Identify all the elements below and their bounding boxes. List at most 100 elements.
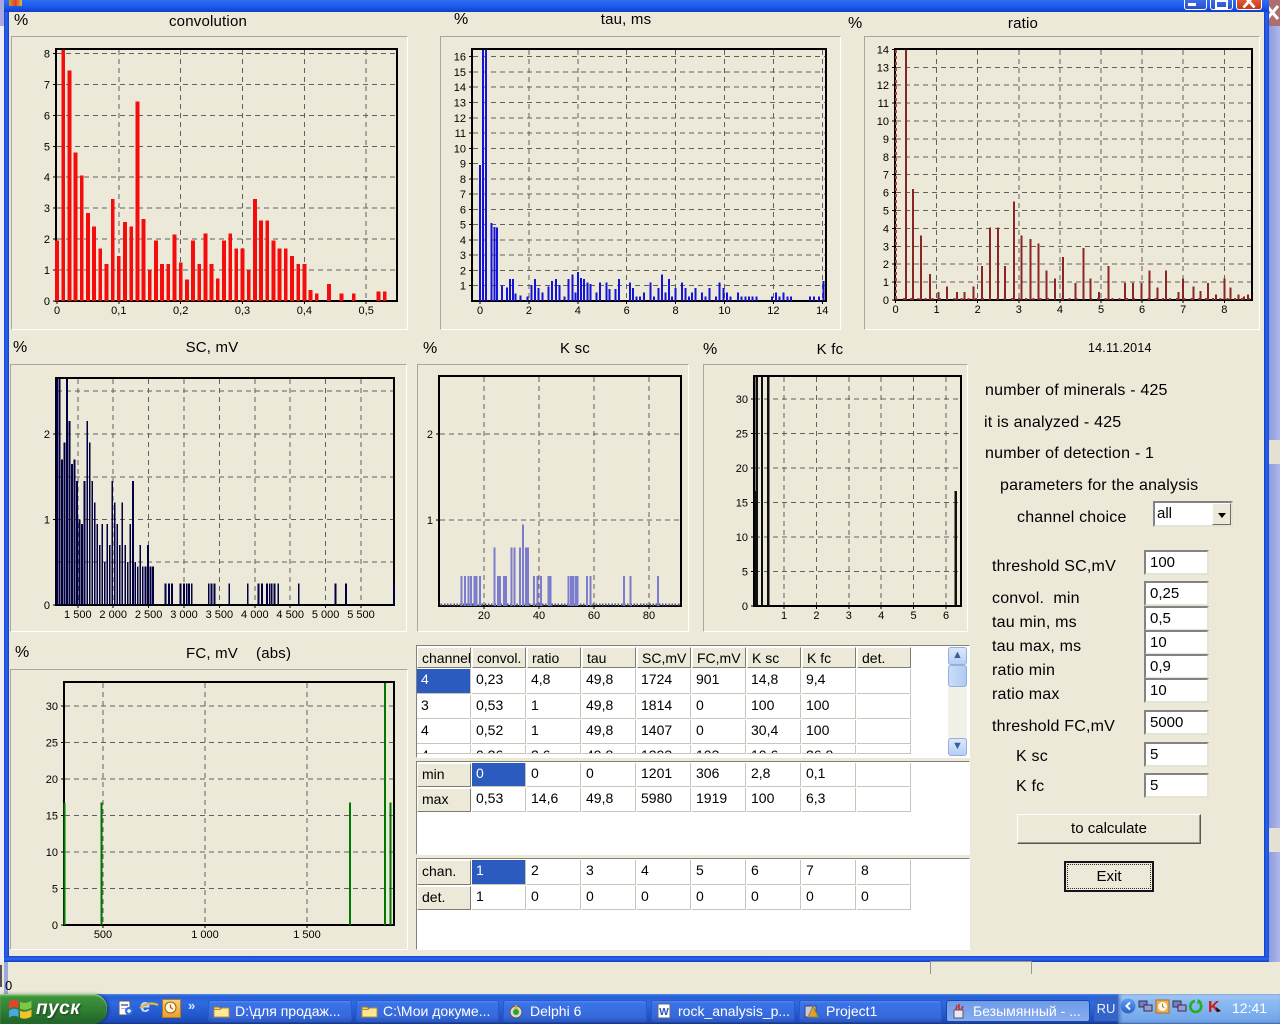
svg-text:2 000: 2 000 — [99, 609, 127, 621]
svg-text:5: 5 — [460, 220, 466, 232]
svg-text:1: 1 — [934, 304, 940, 316]
svg-text:K: K — [1208, 999, 1220, 1015]
svg-text:15: 15 — [46, 811, 58, 823]
svg-text:12: 12 — [877, 80, 889, 92]
svg-text:4: 4 — [883, 223, 889, 235]
svg-text:7: 7 — [1180, 304, 1186, 316]
svg-text:2: 2 — [526, 305, 532, 317]
svg-text:80: 80 — [643, 610, 655, 622]
svg-text:13: 13 — [877, 62, 889, 74]
svg-text:3 000: 3 000 — [170, 609, 198, 621]
svg-text:5: 5 — [883, 206, 889, 218]
svg-text:0,4: 0,4 — [297, 305, 312, 317]
svg-text:6: 6 — [44, 110, 50, 122]
svg-text:0: 0 — [892, 304, 898, 316]
svg-text:2: 2 — [460, 266, 466, 278]
svg-text:10: 10 — [718, 305, 730, 317]
svg-text:1: 1 — [44, 515, 50, 527]
svg-text:0: 0 — [52, 920, 58, 932]
svg-text:1: 1 — [427, 515, 433, 527]
svg-text:5: 5 — [742, 567, 748, 579]
svg-text:8: 8 — [673, 305, 679, 317]
svg-text:1: 1 — [460, 281, 466, 293]
svg-text:6: 6 — [624, 305, 630, 317]
svg-text:8: 8 — [883, 152, 889, 164]
svg-text:3 500: 3 500 — [206, 609, 234, 621]
svg-text:14: 14 — [816, 305, 828, 317]
svg-text:7: 7 — [44, 79, 50, 91]
svg-text:8: 8 — [44, 49, 50, 61]
svg-text:0,5: 0,5 — [359, 305, 374, 317]
svg-text:4: 4 — [460, 235, 466, 247]
svg-text:0: 0 — [883, 295, 889, 307]
svg-text:2: 2 — [883, 259, 889, 271]
svg-text:7: 7 — [460, 189, 466, 201]
svg-text:13: 13 — [454, 98, 466, 110]
svg-text:2: 2 — [975, 304, 981, 316]
svg-text:8: 8 — [460, 174, 466, 186]
svg-text:3: 3 — [460, 250, 466, 262]
svg-text:1: 1 — [883, 277, 889, 289]
svg-text:5: 5 — [911, 610, 917, 622]
svg-text:6: 6 — [943, 610, 949, 622]
svg-text:0: 0 — [54, 305, 60, 317]
svg-text:6: 6 — [460, 204, 466, 216]
svg-text:2: 2 — [44, 234, 50, 246]
svg-text:2: 2 — [813, 610, 819, 622]
svg-text:25: 25 — [46, 738, 58, 750]
svg-text:15: 15 — [454, 67, 466, 79]
svg-text:9: 9 — [460, 159, 466, 171]
svg-text:30: 30 — [46, 701, 58, 713]
svg-text:12: 12 — [767, 305, 779, 317]
svg-text:40: 40 — [533, 610, 545, 622]
svg-text:1 500: 1 500 — [64, 609, 92, 621]
svg-text:12: 12 — [454, 113, 466, 125]
svg-text:10: 10 — [877, 116, 889, 128]
svg-text:20: 20 — [46, 774, 58, 786]
svg-text:2 500: 2 500 — [135, 609, 163, 621]
svg-text:0: 0 — [44, 600, 50, 612]
svg-text:10: 10 — [46, 847, 58, 859]
svg-text:4 000: 4 000 — [241, 609, 269, 621]
svg-text:3: 3 — [1016, 304, 1022, 316]
svg-text:0,2: 0,2 — [173, 305, 188, 317]
svg-text:5: 5 — [52, 884, 58, 896]
svg-text:9: 9 — [883, 134, 889, 146]
svg-text:6: 6 — [883, 188, 889, 200]
svg-text:15: 15 — [736, 498, 748, 510]
svg-text:0,1: 0,1 — [111, 305, 126, 317]
svg-text:2: 2 — [427, 429, 433, 441]
svg-text:4: 4 — [878, 610, 884, 622]
svg-text:4: 4 — [575, 305, 581, 317]
svg-text:10: 10 — [736, 532, 748, 544]
svg-text:0: 0 — [44, 296, 50, 308]
svg-text:3: 3 — [846, 610, 852, 622]
svg-text:5 500: 5 500 — [347, 609, 375, 621]
svg-text:7: 7 — [883, 170, 889, 182]
svg-text:8: 8 — [1221, 304, 1227, 316]
svg-text:14: 14 — [454, 82, 466, 94]
svg-text:3: 3 — [883, 241, 889, 253]
svg-text:W: W — [659, 1007, 669, 1018]
svg-text:1 500: 1 500 — [293, 929, 321, 941]
svg-text:5: 5 — [44, 141, 50, 153]
svg-text:5 000: 5 000 — [312, 609, 340, 621]
svg-text:6: 6 — [1139, 304, 1145, 316]
svg-text:11: 11 — [878, 98, 889, 110]
svg-text:25: 25 — [736, 429, 748, 441]
svg-text:2: 2 — [44, 429, 50, 441]
svg-text:11: 11 — [455, 128, 466, 140]
svg-text:4 500: 4 500 — [276, 609, 304, 621]
svg-text:30: 30 — [736, 394, 748, 406]
svg-text:3: 3 — [44, 203, 50, 215]
svg-text:16: 16 — [454, 52, 466, 64]
svg-text:20: 20 — [478, 610, 490, 622]
svg-text:5: 5 — [1098, 304, 1104, 316]
svg-text:0: 0 — [477, 305, 483, 317]
svg-text:10: 10 — [454, 143, 466, 155]
svg-text:4: 4 — [1057, 304, 1063, 316]
svg-text:20: 20 — [736, 463, 748, 475]
svg-text:500: 500 — [94, 929, 112, 941]
svg-text:1: 1 — [44, 265, 50, 277]
svg-text:1: 1 — [781, 610, 787, 622]
